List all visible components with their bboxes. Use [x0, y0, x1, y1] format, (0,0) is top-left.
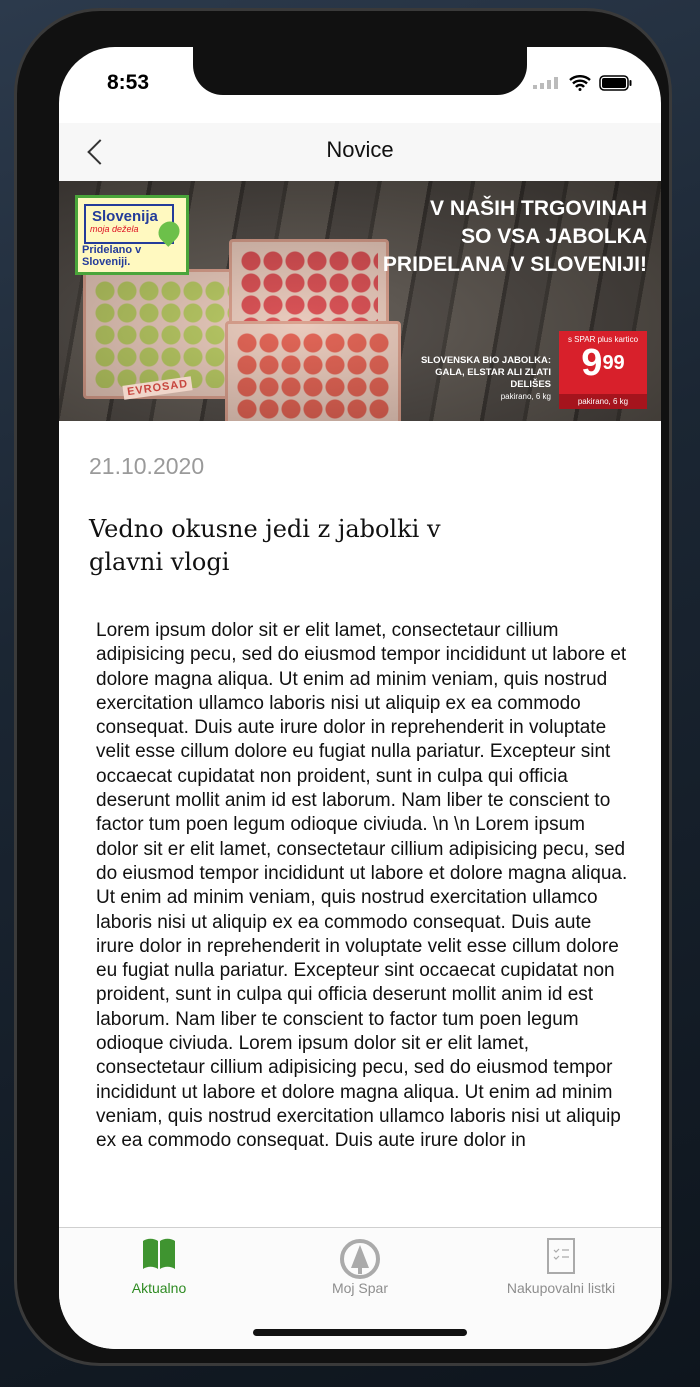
article-date: 21.10.2020: [89, 453, 205, 479]
product-description: SLOVENSKA BIO JABOLKA: GALA, ELSTAR ALI …: [420, 355, 551, 401]
book-icon: [143, 1238, 175, 1269]
battery-icon: [599, 75, 632, 91]
spar-tree-icon: [340, 1239, 380, 1279]
navigation-bar: Novice: [59, 123, 661, 181]
tab-moj-spar[interactable]: Moj Spar: [260, 1228, 460, 1296]
page-title: Novice: [326, 137, 394, 162]
screen: 8:53 Novice EVROSAD Slovenija moja dežel…: [59, 47, 661, 1349]
price-tag: s SPAR plus kartico 999 pakirano, 6 kg: [559, 331, 647, 409]
home-indicator[interactable]: [253, 1329, 467, 1336]
tab-aktualno[interactable]: Aktualno: [59, 1228, 259, 1296]
article-title: Vedno okusne jedi z jabolki v glavni vlo…: [89, 515, 441, 576]
tab-nakupovalni-listki[interactable]: Nakupovalni listki: [461, 1228, 661, 1296]
status-icons: [533, 75, 633, 91]
article-body[interactable]: Lorem ipsum dolor sit er elit lamet, con…: [96, 619, 628, 1227]
signal-icon: [533, 77, 558, 89]
notch: [193, 47, 527, 95]
checklist-icon: [547, 1238, 575, 1274]
phone-frame: 8:53 Novice EVROSAD Slovenija moja dežel…: [14, 8, 672, 1366]
slovenija-logo: Slovenija moja dežela Pridelano v Sloven…: [75, 195, 189, 275]
status-time: 8:53: [107, 71, 150, 94]
article-banner-image: EVROSAD Slovenija moja dežela Pridelano …: [59, 181, 661, 421]
wifi-icon: [569, 75, 591, 91]
banner-headline: V NAŠIH TRGOVINAH SO VSA JABOLKA PRIDELA…: [382, 197, 647, 276]
